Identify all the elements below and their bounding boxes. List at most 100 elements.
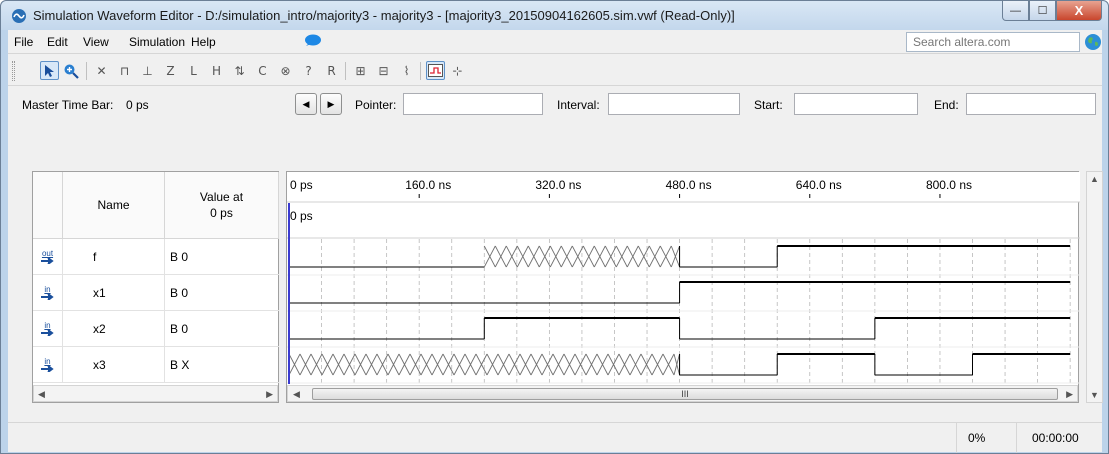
- value-column-header[interactable]: Value at 0 ps: [165, 172, 279, 239]
- run-timing-icon[interactable]: ⌇: [397, 61, 416, 80]
- pointer-field[interactable]: [403, 93, 543, 115]
- menu-help[interactable]: Help: [191, 35, 216, 49]
- value-header-line1: Value at: [199, 190, 244, 204]
- signal-value: B 0: [170, 250, 189, 264]
- input-pin-icon: in: [33, 275, 63, 311]
- end-field[interactable]: [966, 93, 1096, 115]
- scroll-right-icon[interactable]: ▶: [266, 389, 273, 400]
- waveform-editor-window: Simulation Waveform Editor - D:/simulati…: [0, 0, 1109, 454]
- grid-size-icon[interactable]: ⊹: [448, 61, 467, 80]
- output-pin-icon: out: [33, 239, 63, 275]
- snap-to-grid-icon[interactable]: ⊞: [351, 61, 370, 80]
- signal-name: x3: [63, 347, 165, 383]
- signal-name: x1: [63, 275, 165, 311]
- waveform-compare-icon[interactable]: [426, 61, 445, 80]
- signal-grid: Name Value at 0 ps out f B 0 in x1 B 0 i…: [32, 171, 279, 403]
- signal-row[interactable]: out f B 0: [33, 239, 279, 275]
- pointer-tool-icon[interactable]: [40, 61, 59, 80]
- status-bar: 0% 00:00:00: [8, 422, 1102, 453]
- interval-label: Interval:: [557, 98, 600, 112]
- pointer-label: Pointer:: [355, 98, 397, 112]
- maximize-button[interactable]: ☐: [1029, 1, 1056, 21]
- toolbar-separator: [86, 62, 87, 80]
- forcing-high-icon[interactable]: ⊥: [138, 61, 157, 80]
- weak-high-icon[interactable]: H: [207, 61, 226, 80]
- cursor-time-label: 0 ps: [290, 209, 313, 223]
- invert-icon[interactable]: ⇅: [230, 61, 249, 80]
- menu-view[interactable]: View: [83, 35, 109, 49]
- toolbar: ✕ ⊓ ⊥ Z L H ⇅ C ⊗ ? R ⊞ ⊟ ⌇ ⊹: [8, 54, 1102, 86]
- minimize-button[interactable]: —: [1002, 1, 1029, 21]
- value-header-line2: 0 ps: [210, 206, 233, 220]
- signal-value: B X: [170, 358, 190, 372]
- signal-row[interactable]: in x3 B X: [33, 347, 279, 383]
- menu-simulation[interactable]: Simulation: [129, 35, 185, 49]
- menu-bar: File Edit View Simulation Help Search al…: [8, 30, 1102, 54]
- clock-icon[interactable]: ⊗: [276, 61, 295, 80]
- input-pin-icon: in: [33, 311, 63, 347]
- app-icon: [12, 9, 26, 23]
- main-pane: Name Value at 0 ps out f B 0 in x1 B 0 i…: [8, 122, 1103, 422]
- signal-name: x2: [63, 311, 165, 347]
- signal-value: B 0: [170, 286, 189, 300]
- scroll-left-icon[interactable]: ◀: [38, 389, 45, 400]
- forcing-low-icon[interactable]: ⊓: [115, 61, 134, 80]
- arbitrary-value-icon[interactable]: ?: [299, 61, 318, 80]
- interval-field[interactable]: [608, 93, 740, 115]
- toolbar-grip[interactable]: [12, 61, 15, 81]
- zoom-tool-icon[interactable]: [61, 61, 80, 80]
- window-controls: — ☐ X: [1002, 1, 1102, 21]
- waveform-horizontal-scrollbar[interactable]: ◀ III ▶: [287, 385, 1078, 402]
- close-button[interactable]: X: [1056, 1, 1102, 21]
- scroll-thumb[interactable]: III: [312, 388, 1058, 400]
- scroll-right-icon[interactable]: ▶: [1066, 389, 1073, 400]
- count-value-icon[interactable]: C: [253, 61, 272, 80]
- progress-percent: 0%: [968, 431, 986, 445]
- weak-low-icon[interactable]: L: [184, 61, 203, 80]
- waveform-vertical-scrollbar[interactable]: ▲ ▼: [1086, 171, 1103, 403]
- name-column-header[interactable]: Name: [63, 172, 165, 239]
- time-label: 640.0 ns: [796, 178, 842, 192]
- start-label: Start:: [754, 98, 783, 112]
- scroll-down-icon[interactable]: ▼: [1090, 390, 1099, 400]
- toolbar-separator: [420, 62, 421, 80]
- signal-value: B 0: [170, 322, 189, 336]
- signal-row[interactable]: in x1 B 0: [33, 275, 279, 311]
- signal-name: f: [63, 239, 165, 275]
- scroll-left-icon[interactable]: ◀: [293, 389, 300, 400]
- waveform-canvas[interactable]: 0 ps 160.0 ns 320.0 ns 480.0 ns 640.0 ns 800.…: [287, 172, 1080, 384]
- status-divider: [1016, 423, 1017, 453]
- time-label: 480.0 ns: [666, 178, 712, 192]
- next-transition-button[interactable]: ▶: [320, 93, 342, 115]
- title-bar[interactable]: Simulation Waveform Editor - D:/simulati…: [1, 1, 1108, 30]
- scroll-up-icon[interactable]: ▲: [1090, 174, 1099, 184]
- previous-transition-button[interactable]: ◀: [295, 93, 317, 115]
- search-input[interactable]: Search altera.com: [906, 32, 1080, 52]
- random-value-icon[interactable]: R: [322, 61, 341, 80]
- time-controls: Master Time Bar: 0 ps ◀ ▶ Pointer: Inter…: [8, 86, 1102, 122]
- master-time-bar-label: Master Time Bar:: [22, 98, 114, 112]
- waveform-pane[interactable]: 0 ps 160.0 ns 320.0 ns 480.0 ns 640.0 ns 800.…: [286, 171, 1080, 403]
- grid-horizontal-scrollbar[interactable]: ◀ ▶: [33, 385, 278, 402]
- globe-icon[interactable]: [1084, 33, 1102, 51]
- window-title: Simulation Waveform Editor - D:/simulati…: [33, 8, 735, 23]
- type-column-header: [33, 172, 63, 239]
- menu-file[interactable]: File: [14, 35, 33, 49]
- elapsed-time: 00:00:00: [1032, 431, 1079, 445]
- status-divider: [956, 423, 957, 453]
- end-label: End:: [934, 98, 959, 112]
- start-field[interactable]: [794, 93, 918, 115]
- input-pin-icon: in: [33, 347, 63, 383]
- time-label: 0 ps: [290, 178, 313, 192]
- run-functional-icon[interactable]: ⊟: [374, 61, 393, 80]
- speech-bubble-icon[interactable]: [303, 34, 321, 48]
- time-label: 160.0 ns: [405, 178, 451, 192]
- time-label: 320.0 ns: [535, 178, 581, 192]
- toolbar-separator: [345, 62, 346, 80]
- high-impedance-icon[interactable]: Z: [161, 61, 180, 80]
- signal-row[interactable]: in x2 B 0: [33, 311, 279, 347]
- master-time-bar-field[interactable]: [118, 93, 273, 115]
- time-label: 800.0 ns: [926, 178, 972, 192]
- forcing-unknown-icon[interactable]: ✕: [92, 61, 111, 80]
- menu-edit[interactable]: Edit: [47, 35, 68, 49]
